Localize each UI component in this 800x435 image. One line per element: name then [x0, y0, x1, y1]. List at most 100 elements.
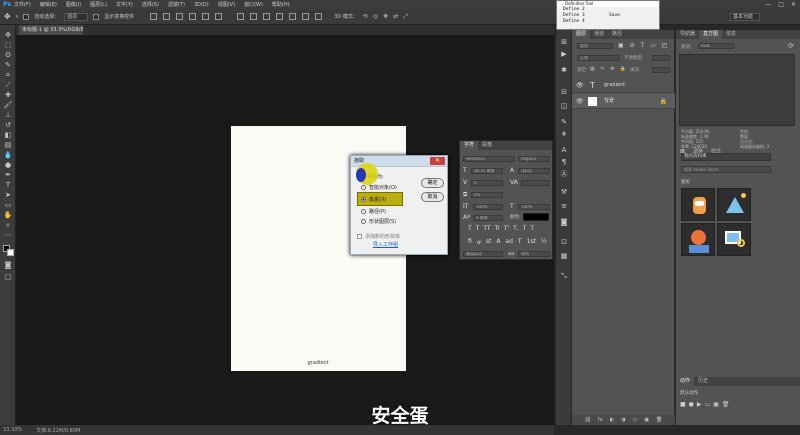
quick-mask-icon[interactable]: ◙	[3, 261, 13, 270]
menu-image[interactable]: 图像(I)	[66, 1, 81, 8]
eraser-tool-icon[interactable]: ◧	[3, 131, 13, 140]
define-4-row[interactable]: Define 4	[557, 19, 659, 25]
font-family-dropdown[interactable]: Helvetica	[463, 156, 515, 162]
3d-slide-icon[interactable]: ⇄	[393, 13, 398, 20]
eyedropper-tool-icon[interactable]: ⟋	[3, 81, 13, 90]
new-set-icon[interactable]: ▭	[705, 401, 714, 408]
3d-panel-icon[interactable]: ▦	[560, 252, 568, 260]
titling-alternates-icon[interactable]: T	[518, 238, 522, 246]
hand-tool-icon[interactable]: ✋	[3, 211, 13, 220]
channel-dropdown[interactable]: RGB	[698, 43, 734, 49]
new-layer-icon[interactable]: ▣	[644, 415, 649, 425]
3d-rotate-icon[interactable]: ⟲	[363, 13, 368, 20]
marquee-tool-icon[interactable]: ⬚	[3, 41, 13, 50]
new-group-icon[interactable]: ▭	[633, 415, 638, 425]
new-action-icon[interactable]: ▣	[713, 401, 722, 408]
library-search-input[interactable]: 搜索 Adobe Stock	[681, 166, 771, 173]
default-actions-item[interactable]: 默认动作	[680, 390, 796, 396]
opacity-field[interactable]	[652, 55, 670, 61]
3d-roll-icon[interactable]: ◎	[373, 13, 378, 20]
info-panel-icon[interactable]: ◙	[560, 218, 568, 226]
ok-button[interactable]: 确定	[421, 178, 444, 188]
zoom-level[interactable]: 33.33%	[3, 427, 22, 433]
lock-icons[interactable]: ▦ ✎ ✥ 🔒	[590, 66, 628, 72]
layer-filter-dropdown[interactable]: 类型	[577, 43, 613, 49]
language-dropdown[interactable]: 美国英语	[463, 251, 503, 257]
radio-pixels[interactable]	[361, 197, 366, 202]
antialias-dropdown[interactable]: 锐利	[518, 251, 550, 257]
auto-align-icon[interactable]	[315, 13, 323, 20]
menu-select[interactable]: 选择(S)	[142, 1, 159, 8]
tab-navigator[interactable]: 导航器	[676, 30, 699, 39]
measurement-panel-icon[interactable]: ⤡	[560, 272, 568, 280]
leading-field[interactable]: (自动)	[518, 168, 550, 174]
healing-brush-tool-icon[interactable]: ✚	[3, 91, 13, 100]
layer-row-gradient[interactable]: 👁 T gradient	[572, 78, 675, 93]
ordinals-icon[interactable]: 1st	[527, 238, 536, 246]
tab-channels[interactable]: 通道	[590, 30, 608, 39]
delete-action-icon[interactable]: 🗑	[722, 401, 733, 408]
actions-panel-icon[interactable]: ▶	[560, 50, 568, 58]
align-top-icon[interactable]	[150, 13, 158, 20]
all-caps-icon[interactable]: TT	[483, 225, 490, 232]
tab-paragraph[interactable]: 段落	[478, 141, 496, 150]
move-tool-icon[interactable]: ✥	[4, 12, 11, 21]
layer-style-icon[interactable]: fx	[598, 415, 603, 425]
tab-paths[interactable]: 路径	[608, 30, 626, 39]
link-layers-icon[interactable]: ⛓	[585, 415, 591, 425]
adjustments-panel-icon[interactable]: ✱	[560, 66, 568, 74]
radio-shape-layers[interactable]	[361, 219, 366, 224]
record-icon[interactable]: ●	[689, 401, 697, 408]
ligature-icon[interactable]: fi	[468, 238, 472, 246]
text-color-swatch[interactable]	[523, 213, 549, 221]
distribute-middle-icon[interactable]	[250, 13, 258, 20]
glyphs-panel-icon[interactable]: Ⓐ	[560, 170, 568, 178]
library-graphic-3[interactable]	[681, 223, 715, 256]
auto-select-dropdown[interactable]: 图层	[64, 12, 89, 21]
character-panel-icon[interactable]: A	[560, 146, 568, 154]
align-bottom-icon[interactable]	[176, 13, 184, 20]
paragraph-panel-icon[interactable]: ¶	[560, 158, 568, 166]
brush-panel-icon[interactable]: ✎	[560, 118, 568, 126]
screen-mode-icon[interactable]: ▢	[3, 273, 13, 282]
kerning-field[interactable]: 0	[471, 180, 503, 186]
tab-character[interactable]: 字符	[460, 141, 479, 150]
path-select-tool-icon[interactable]: ➤	[3, 191, 13, 200]
brush-presets-icon[interactable]: ⩨	[560, 130, 568, 138]
close-button[interactable]: ✕	[791, 0, 796, 9]
distribute-center-icon[interactable]	[289, 13, 297, 20]
library-graphic-4[interactable]	[717, 223, 751, 256]
add-library-checkbox[interactable]	[357, 234, 362, 239]
menu-layer[interactable]: 图层(L)	[90, 1, 107, 8]
dialog-close-button[interactable]: ✕	[430, 157, 445, 165]
layer-row-background[interactable]: 👁 背景 🔒	[572, 94, 675, 109]
auto-select-checkbox[interactable]	[23, 13, 30, 20]
properties-panel-icon[interactable]: ≡	[560, 202, 568, 210]
small-caps-icon[interactable]: Tr	[495, 225, 500, 232]
old-style-icon[interactable]: ꝍ	[477, 238, 481, 246]
align-middle-icon[interactable]	[163, 13, 171, 20]
strikethrough-icon[interactable]: T	[530, 225, 534, 232]
tab-layers[interactable]: 图层	[572, 30, 591, 39]
import-link[interactable]: 导入工作组	[373, 241, 398, 248]
maximize-button[interactable]: □	[778, 0, 784, 9]
refresh-icon[interactable]: ⟳	[788, 42, 794, 50]
menu-help[interactable]: 帮助(H)	[272, 1, 290, 8]
cancel-button[interactable]: 取消	[421, 192, 444, 202]
shape-tool-icon[interactable]: ▭	[3, 201, 13, 210]
menu-window[interactable]: 窗口(W)	[244, 1, 263, 8]
faux-bold-icon[interactable]: T	[468, 225, 472, 232]
delete-layer-icon[interactable]: 🗑	[656, 415, 662, 425]
superscript-icon[interactable]: T'	[504, 225, 509, 232]
subscript-icon[interactable]: T,	[513, 225, 519, 232]
add-library-checkbox-row[interactable]: 添加新的形状库	[357, 233, 400, 240]
distribute-bottom-icon[interactable]	[263, 13, 271, 20]
minimize-button[interactable]: —	[765, 0, 771, 9]
swash-icon[interactable]: A	[496, 238, 500, 246]
baseline-shift-field[interactable]: 0 像素	[473, 215, 503, 221]
layer-mask-icon[interactable]: ◐	[610, 415, 614, 425]
underline-icon[interactable]: T	[523, 225, 527, 232]
stop-icon[interactable]: ■	[680, 401, 689, 408]
distribute-right-icon[interactable]	[302, 13, 310, 20]
font-size-field[interactable]: 36.42 像素	[471, 168, 503, 174]
